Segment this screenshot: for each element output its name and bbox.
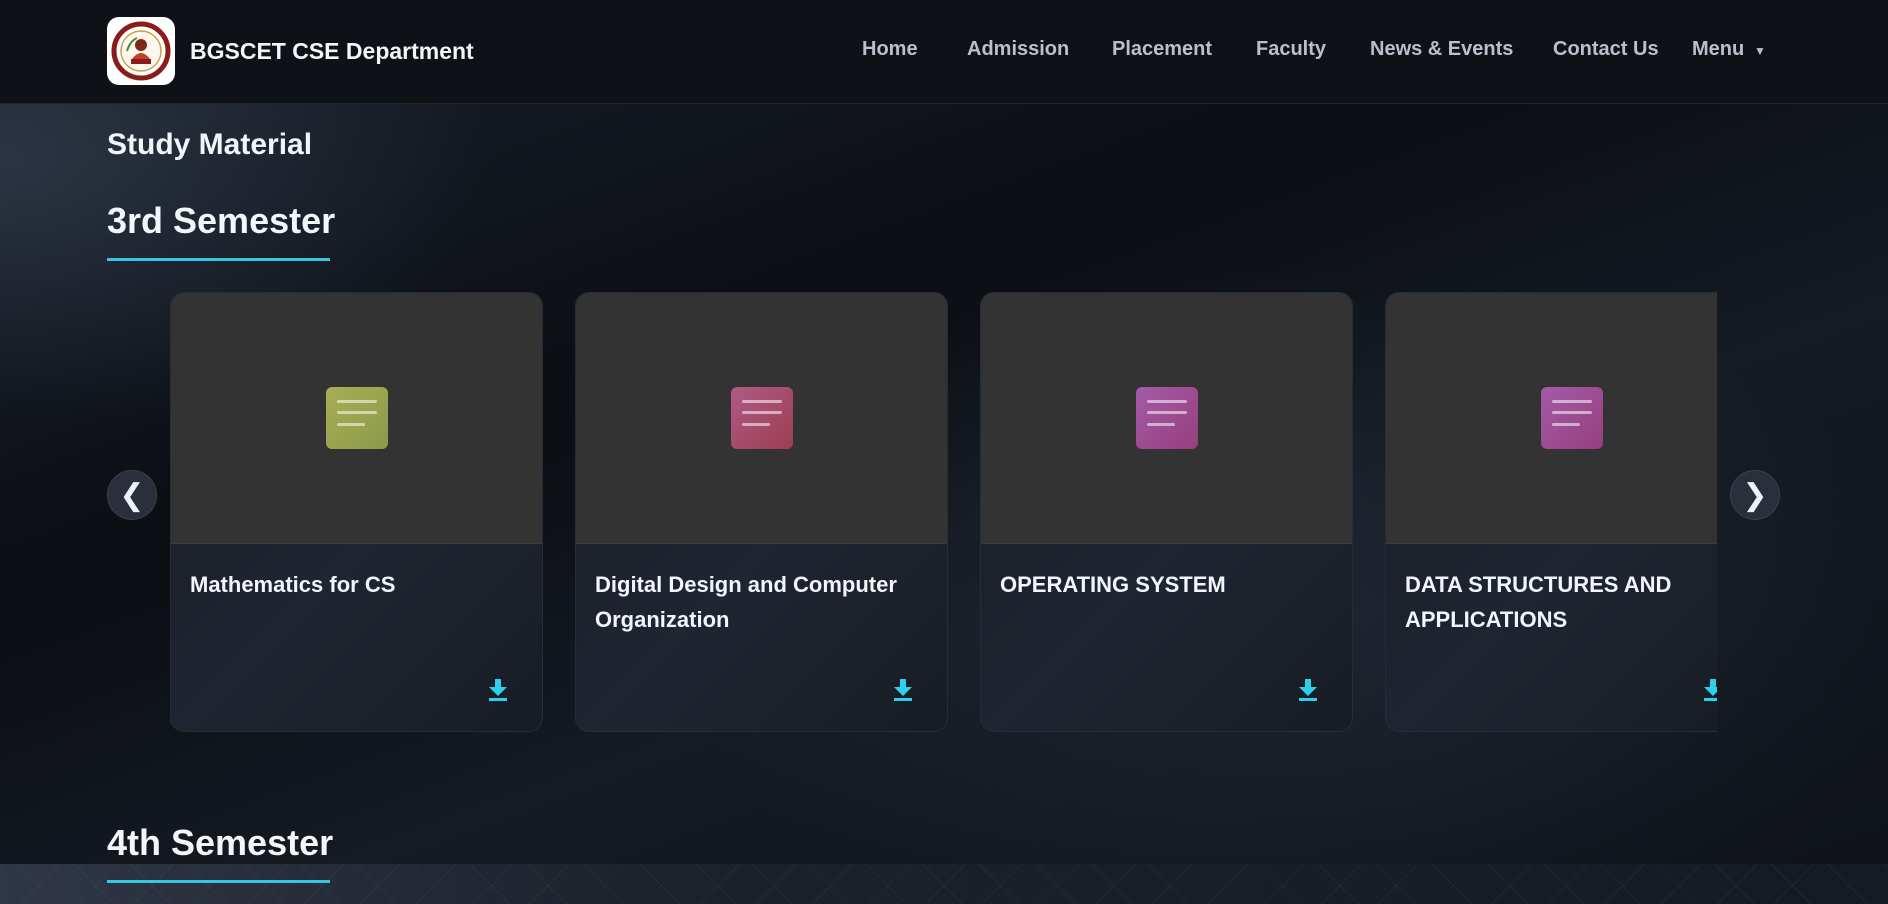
nav-admission[interactable]: Admission (967, 38, 1069, 61)
study-material-card[interactable]: Mathematics for CS (170, 292, 543, 732)
heading-underline (107, 258, 330, 261)
nav-home[interactable]: Home (862, 38, 918, 61)
nav-menu[interactable]: Menu (1692, 38, 1744, 61)
carousel: Mathematics for CS Digital Design and Co… (170, 291, 1717, 735)
download-icon[interactable] (488, 678, 508, 702)
study-material-card[interactable]: Digital Design and Computer Organization (575, 292, 948, 732)
card-thumbnail (1386, 293, 1717, 544)
page-title: Study Material (107, 128, 313, 161)
card-thumbnail (171, 293, 542, 544)
download-icon[interactable] (893, 678, 913, 702)
main-nav: Home Admission Placement Faculty News & … (0, 38, 1888, 66)
card-thumbnail (981, 293, 1352, 544)
background-pattern-strip (0, 864, 1888, 904)
card-thumbnail (576, 293, 947, 544)
card-title: Digital Design and Computer Organization (595, 572, 897, 632)
nav-faculty[interactable]: Faculty (1256, 38, 1326, 61)
download-icon[interactable] (1703, 678, 1717, 702)
navbar: BGSCET CSE Department Home Admission Pla… (0, 0, 1888, 104)
semester-heading: 4th Semester (107, 822, 334, 863)
study-material-card[interactable]: OPERATING SYSTEM (980, 292, 1353, 732)
nav-news-events[interactable]: News & Events (1370, 38, 1513, 61)
document-icon (1541, 387, 1603, 449)
card-title: Mathematics for CS (190, 572, 396, 597)
page: BGSCET CSE Department Home Admission Pla… (0, 0, 1888, 904)
nav-placement[interactable]: Placement (1112, 38, 1212, 61)
caret-down-icon[interactable]: ▼ (1754, 44, 1766, 58)
semester-heading: 3rd Semester (107, 200, 336, 241)
document-icon (1136, 387, 1198, 449)
card-title: OPERATING SYSTEM (1000, 572, 1226, 597)
study-material-card[interactable]: DATA STRUCTURES AND APPLICATIONS (1385, 292, 1717, 732)
carousel-prev-button[interactable]: ❮ (107, 470, 157, 520)
document-icon (731, 387, 793, 449)
card-title: DATA STRUCTURES AND APPLICATIONS (1405, 572, 1672, 632)
document-icon (326, 387, 388, 449)
carousel-next-button[interactable]: ❯ (1730, 470, 1780, 520)
nav-contact-us[interactable]: Contact Us (1553, 38, 1659, 61)
heading-underline (107, 880, 330, 883)
download-icon[interactable] (1298, 678, 1318, 702)
